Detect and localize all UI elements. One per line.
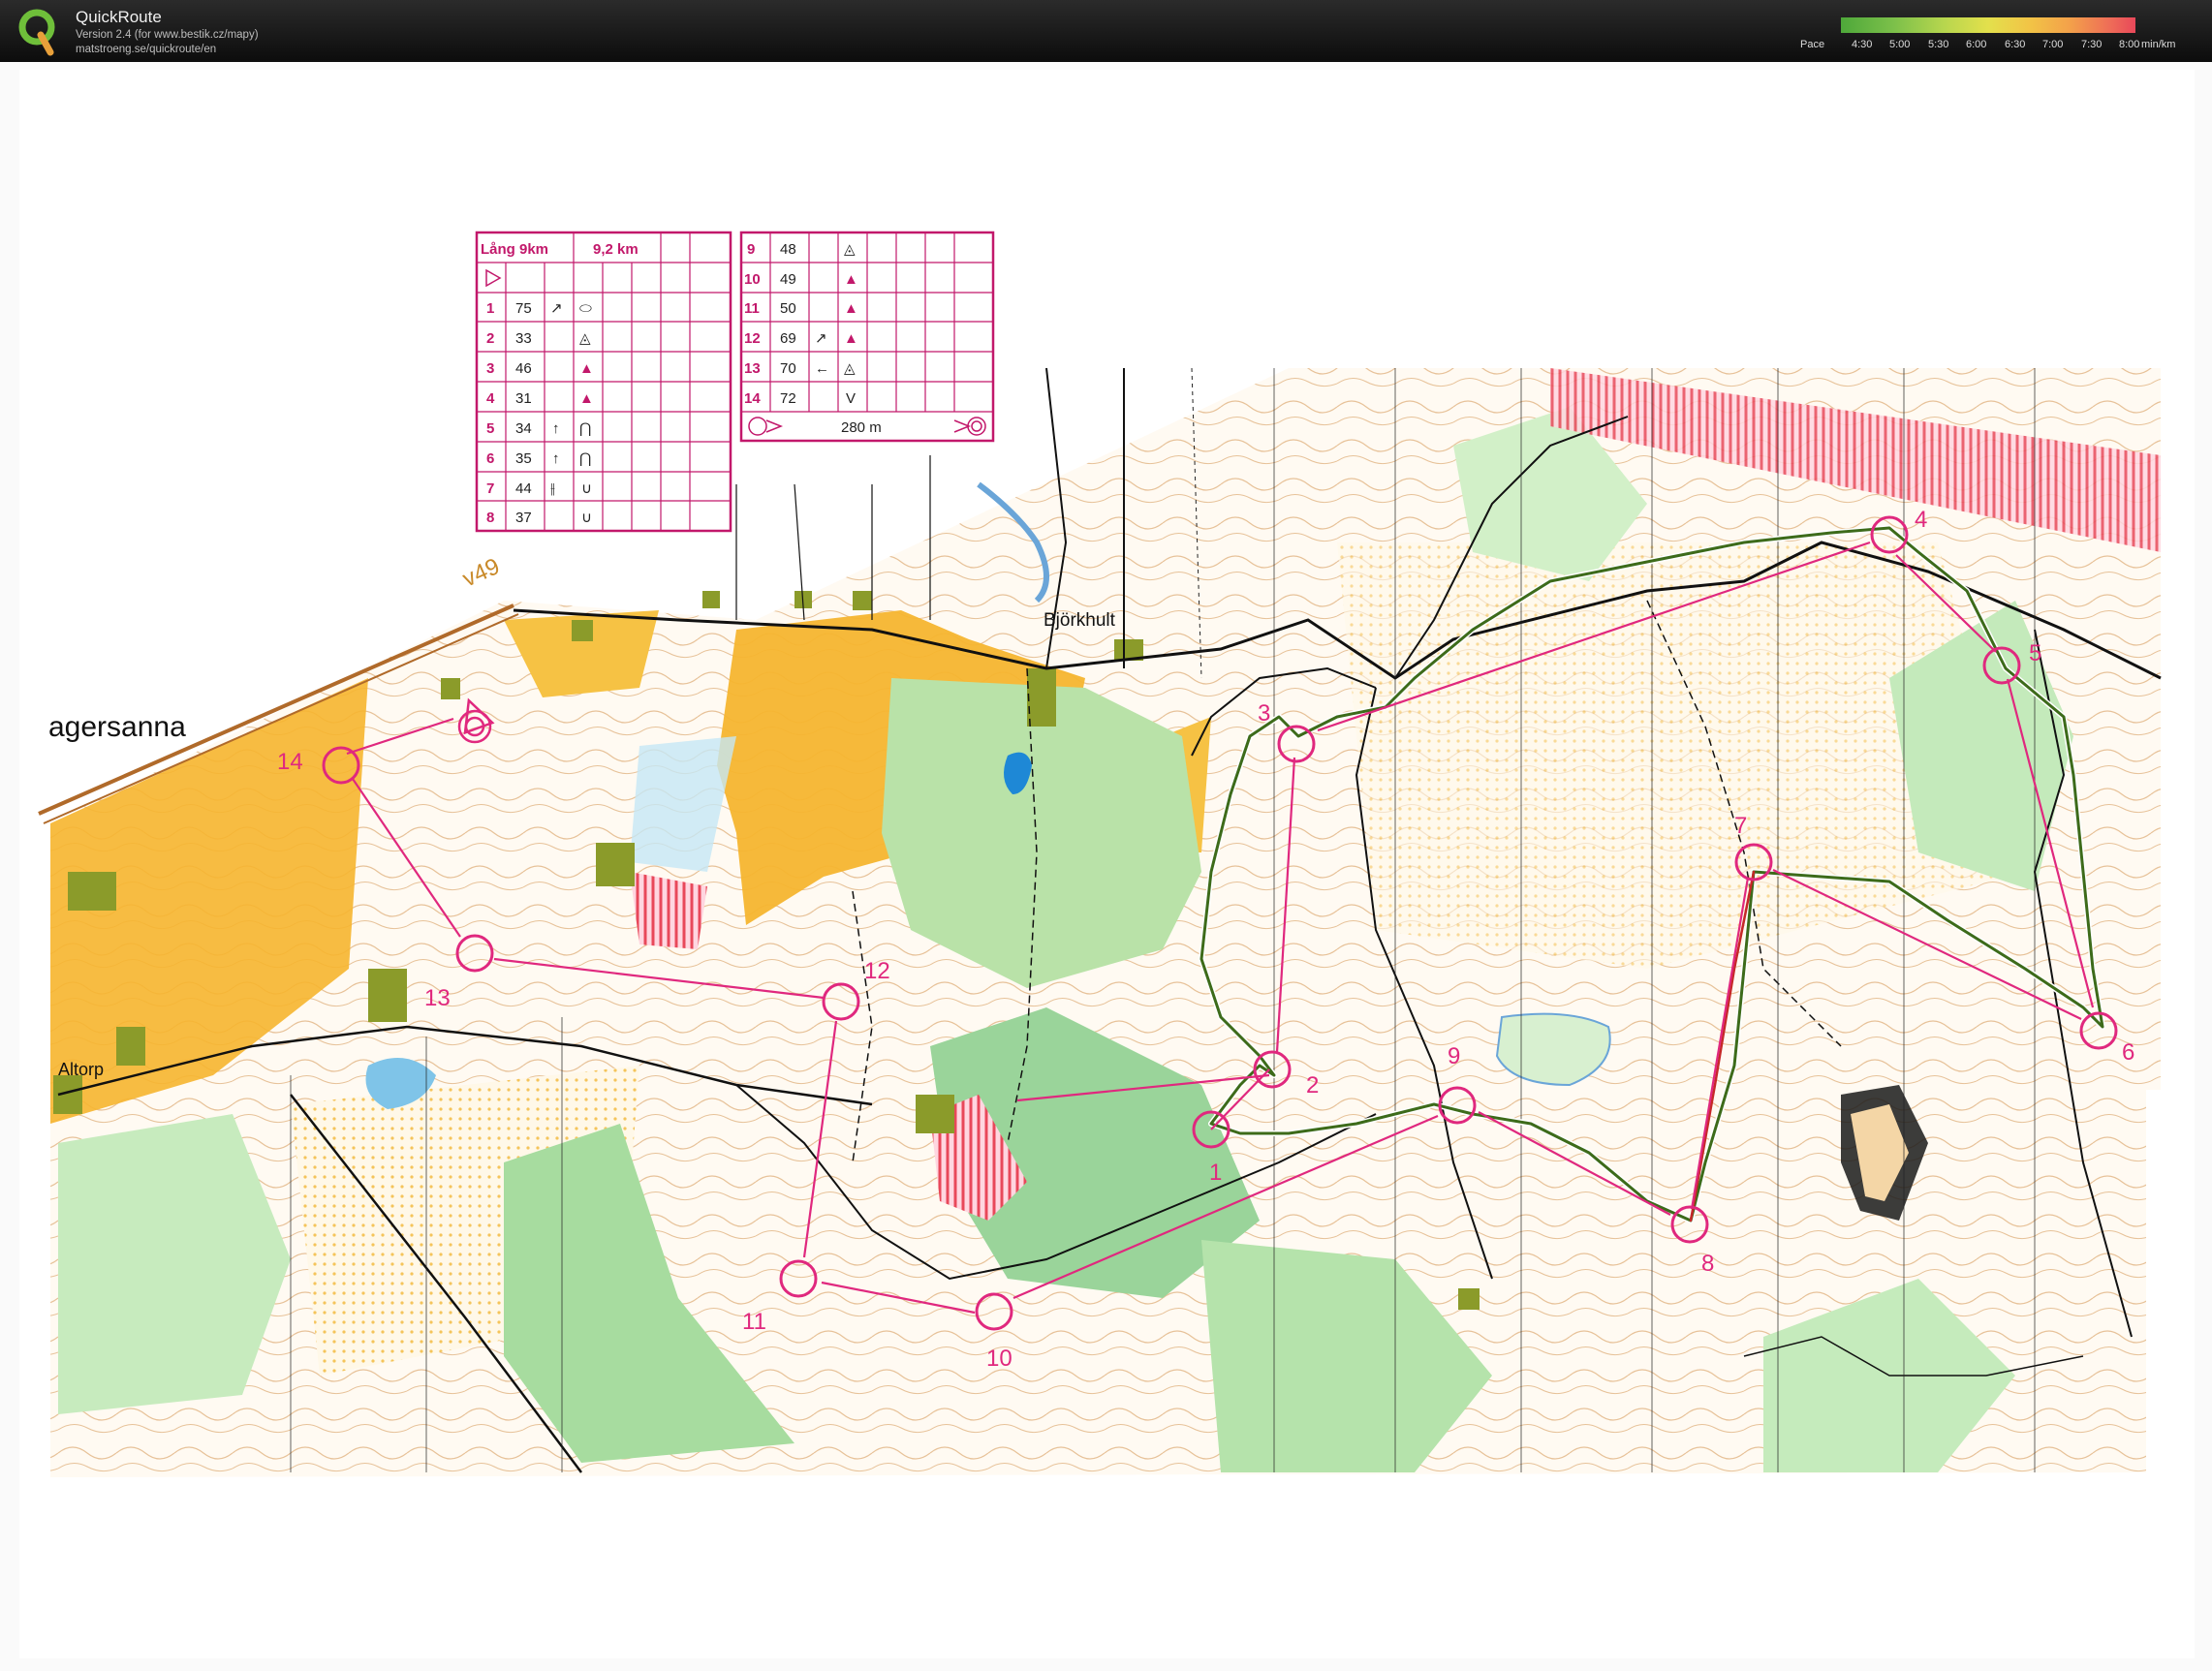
- desc-number: 1: [486, 300, 494, 317]
- desc-code: 49: [780, 271, 796, 288]
- quickroute-header: QuickRoute Version 2.4 (for www.bestik.c…: [0, 0, 2212, 62]
- app-version: Version 2.4 (for www.bestik.cz/mapy): [76, 29, 259, 41]
- pace-tick: 5:00: [1889, 39, 1911, 50]
- pace-tick: 5:30: [1928, 39, 1949, 50]
- desc-direction: ←: [815, 360, 829, 377]
- desc-symbol: ▲: [579, 360, 594, 377]
- app-url: matstroeng.se/quickroute/en: [76, 44, 217, 55]
- control-number: 3: [1258, 700, 1270, 727]
- desc-number: 2: [486, 330, 494, 347]
- desc-code: 72: [780, 390, 796, 407]
- control-number: 10: [986, 1346, 1013, 1372]
- desc-number: 14: [744, 390, 761, 407]
- desc-code: 34: [515, 420, 532, 437]
- desc-direction: ↑: [552, 450, 560, 467]
- control-number: 4: [1915, 507, 1927, 533]
- desc-symbol: ◬: [579, 330, 591, 347]
- desc-symbol: ◬: [844, 241, 856, 258]
- desc-direction: ↑: [552, 420, 560, 437]
- course-distance: 9,2 km: [593, 241, 639, 258]
- desc-number: 3: [486, 360, 494, 377]
- desc-symbol: ▲: [844, 330, 858, 347]
- control-number: 7: [1734, 813, 1747, 839]
- desc-symbol: ▲: [579, 390, 594, 407]
- desc-code: 70: [780, 360, 796, 377]
- control-number: 6: [2122, 1039, 2134, 1066]
- desc-code: 33: [515, 330, 532, 347]
- desc-code: 31: [515, 390, 532, 407]
- control-number: 9: [1448, 1043, 1460, 1069]
- desc-code: 44: [515, 480, 532, 497]
- desc-number: 12: [744, 330, 761, 347]
- desc-number: 6: [486, 450, 494, 467]
- desc-number: 13: [744, 360, 761, 377]
- pace-color-scale: [1841, 17, 2135, 33]
- desc-symbol: ▲: [844, 271, 858, 288]
- control-number: 1: [1209, 1160, 1222, 1186]
- desc-symbol: ⋂: [579, 420, 591, 437]
- pace-tick: 7:30: [2081, 39, 2103, 50]
- pace-tick: 6:30: [2005, 39, 2026, 50]
- desc-code: 46: [515, 360, 532, 377]
- pace-tick: 6:00: [1966, 39, 1987, 50]
- desc-code: 50: [780, 300, 796, 317]
- desc-direction: ↗: [815, 330, 827, 347]
- desc-code: 37: [515, 510, 532, 526]
- desc-number: 11: [744, 300, 760, 317]
- pace-tick: 8:00: [2119, 39, 2140, 50]
- desc-symbol: ∪: [581, 510, 592, 526]
- desc-number: 7: [486, 480, 494, 497]
- course-title: Lång 9km: [481, 241, 548, 258]
- control-number: 12: [864, 958, 890, 984]
- desc-number: 5: [486, 420, 494, 437]
- control-number: 5: [2029, 640, 2041, 666]
- desc-number: 10: [744, 271, 761, 288]
- quickroute-logo-icon: [18, 9, 55, 56]
- control-number: 13: [424, 985, 451, 1011]
- control-number: 11: [742, 1309, 766, 1335]
- desc-symbol: V: [846, 390, 856, 407]
- orienteering-map[interactable]: 1 2 3 4 5 6 7 8 9 10 11 12 13 14 agersan…: [0, 62, 2212, 1671]
- desc-symbol: ◬: [844, 360, 856, 377]
- desc-direction: ⫲: [550, 480, 555, 497]
- desc-code: 69: [780, 330, 796, 347]
- desc-symbol: ∪: [581, 480, 592, 497]
- control-number: 2: [1306, 1072, 1319, 1099]
- desc-symbol: ⋂: [579, 450, 591, 467]
- pace-tick: 7:00: [2042, 39, 2064, 50]
- app-title: QuickRoute: [76, 8, 162, 26]
- desc-direction: ↗: [550, 300, 563, 317]
- pace-unit: min/km: [2141, 39, 2176, 50]
- desc-number: 4: [486, 390, 495, 407]
- desc-code: 35: [515, 450, 532, 467]
- pace-tick: 4:30: [1852, 39, 1873, 50]
- place-name-altorp: Altorp: [58, 1060, 104, 1079]
- control-number: 8: [1701, 1251, 1714, 1277]
- finish-distance: 280 m: [841, 419, 882, 436]
- place-name-agersanna: agersanna: [48, 711, 186, 743]
- desc-symbol: ▲: [844, 300, 858, 317]
- pace-label: Pace: [1800, 39, 1825, 50]
- control-number: 14: [277, 749, 303, 775]
- desc-code: 75: [515, 300, 532, 317]
- place-name-bjorkhult: Björkhult: [1044, 610, 1116, 631]
- desc-code: 48: [780, 241, 796, 258]
- desc-number: 9: [747, 241, 755, 258]
- desc-symbol: ⬭: [579, 300, 592, 317]
- desc-number: 8: [486, 510, 494, 526]
